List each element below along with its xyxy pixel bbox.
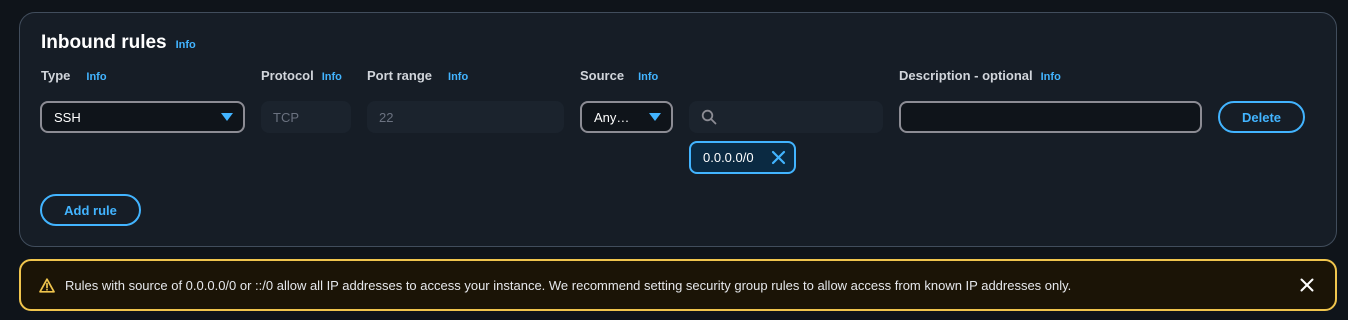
protocol-value: TCP (273, 109, 299, 125)
description-info-link[interactable]: Info (1041, 71, 1061, 83)
protocol-label-group: Protocol Info (261, 68, 342, 83)
panel-header: Inbound rules Info (41, 32, 196, 54)
protocol-info-link[interactable]: Info (322, 71, 342, 83)
protocol-label: Protocol (261, 68, 314, 83)
source-token: 0.0.0.0/0 (689, 141, 796, 174)
title-info-link[interactable]: Info (176, 39, 196, 51)
close-icon[interactable] (1299, 277, 1315, 293)
warning-alert: Rules with source of 0.0.0.0/0 or ::/0 a… (19, 259, 1337, 311)
port-range-field: 22 (367, 101, 564, 133)
search-icon (701, 109, 717, 125)
caret-down-icon (649, 113, 661, 121)
port-range-value: 22 (379, 109, 394, 125)
close-icon[interactable] (770, 149, 787, 166)
description-label: Description - optional (899, 68, 1033, 83)
panel-title: Inbound rules (41, 32, 167, 53)
source-label-group: Source Info (580, 68, 658, 83)
source-select-value: Any… (594, 109, 630, 125)
description-input[interactable] (899, 101, 1202, 133)
port-range-info-link[interactable]: Info (448, 71, 468, 83)
source-info-link[interactable]: Info (638, 71, 658, 83)
type-select-value: SSH (54, 109, 81, 125)
delete-rule-button[interactable]: Delete (1218, 101, 1305, 133)
port-range-label-group: Port range Info (367, 68, 468, 83)
type-label: Type (41, 68, 71, 83)
source-token-label: 0.0.0.0/0 (703, 150, 754, 165)
source-label: Source (580, 68, 625, 83)
type-info-link[interactable]: Info (86, 71, 106, 83)
source-select[interactable]: Any… (580, 101, 673, 133)
add-rule-button[interactable]: Add rule (40, 194, 141, 226)
caret-down-icon (221, 113, 233, 121)
warning-text: Rules with source of 0.0.0.0/0 or ::/0 a… (65, 277, 1072, 293)
protocol-field: TCP (261, 101, 351, 133)
inbound-rules-panel: Inbound rules Info Type Info Protocol In… (19, 12, 1337, 247)
port-range-label: Port range (367, 68, 433, 83)
description-label-group: Description - optional Info (899, 68, 1061, 83)
type-select[interactable]: SSH (40, 101, 245, 133)
source-search-input[interactable] (689, 101, 883, 133)
warning-icon (39, 277, 55, 293)
type-label-group: Type Info (41, 68, 107, 83)
